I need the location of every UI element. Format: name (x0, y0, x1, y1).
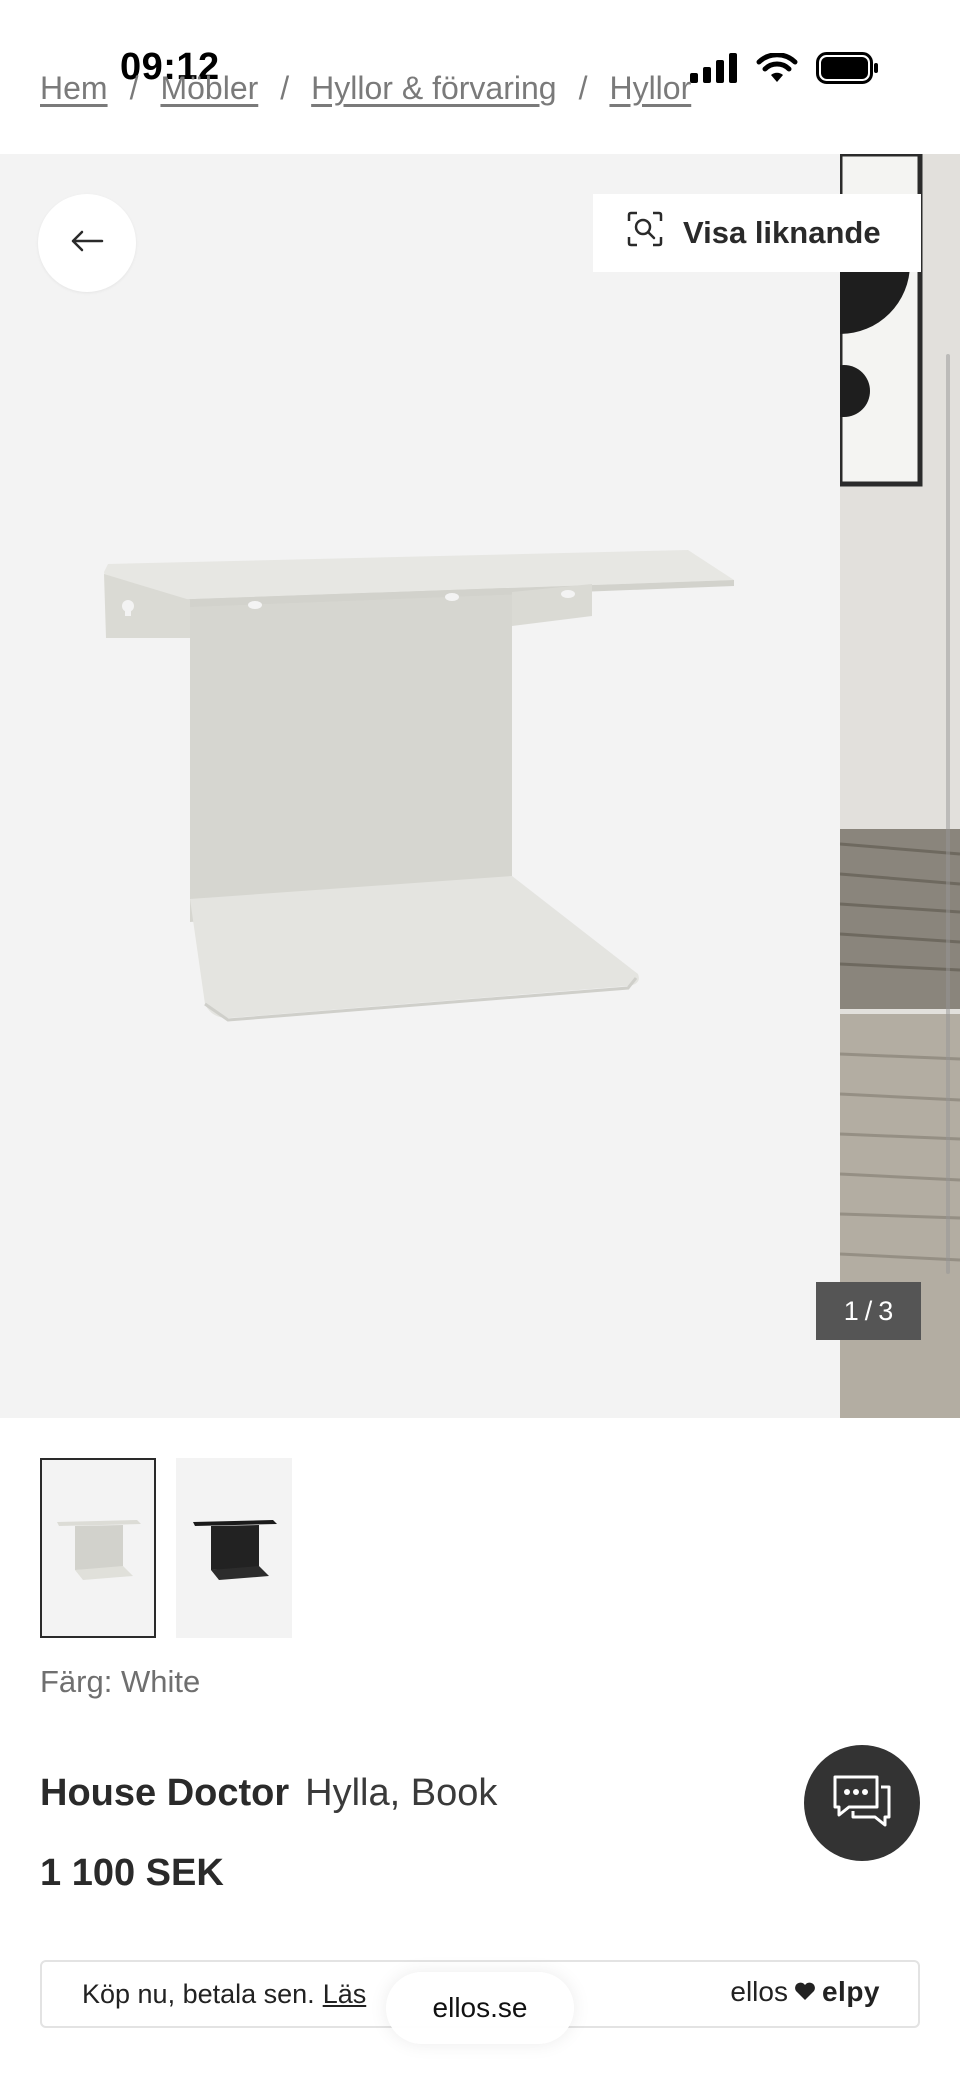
heart-icon (794, 1976, 816, 2008)
breadcrumb-separator: / (129, 70, 139, 106)
product-image-next[interactable] (840, 154, 960, 1418)
gallery-scrollbar (946, 354, 950, 1274)
product-gallery[interactable]: Visa liknande 1 / 3 (0, 154, 960, 1418)
thumbnail-strip (40, 1458, 292, 1638)
ellos-logo-text: ellos (730, 1976, 788, 2007)
breadcrumb-hyllor-forvaring[interactable]: Hyllor & förvaring (311, 70, 556, 107)
product-image-main[interactable] (0, 154, 840, 1418)
color-label: Färg: White (40, 1664, 201, 1699)
product-price: 1 100 SEK (40, 1852, 224, 1894)
visa-liknande-button[interactable]: Visa liknande (593, 194, 921, 272)
wifi-icon (756, 52, 798, 88)
shelf-white-thumbnail (57, 1520, 141, 1580)
battery-icon (816, 52, 880, 89)
product-name: Hylla, Book (305, 1772, 498, 1814)
visa-liknande-label: Visa liknande (683, 215, 881, 250)
pay-later-link[interactable]: Läs (323, 1979, 367, 2010)
image-counter-separator: / (864, 1295, 873, 1326)
shelf-illustration (104, 550, 734, 1022)
breadcrumb: Hem / Möbler / Hyllor & förvaring / Hyll… (40, 70, 691, 107)
ellos-elpy-logo: ellos elpy (730, 1976, 880, 2008)
pay-later-text: Köp nu, betala sen. (82, 1978, 315, 2009)
elpy-logo-text: elpy (821, 1976, 880, 2007)
visual-search-icon (627, 211, 663, 255)
chat-button[interactable] (804, 1745, 920, 1861)
breadcrumb-separator: / (280, 70, 290, 106)
room-photo-illustration (840, 154, 960, 1418)
thumbnail-black[interactable] (176, 1458, 292, 1638)
browser-url-bar[interactable]: ellos.se (386, 1972, 574, 2044)
image-counter: 1 / 3 (816, 1282, 921, 1340)
breadcrumb-separator: / (578, 70, 588, 106)
image-counter-total: 3 (878, 1295, 894, 1326)
arrow-left-icon (70, 229, 104, 258)
back-button[interactable] (38, 194, 136, 292)
chat-icon (831, 1773, 893, 1834)
breadcrumb-home[interactable]: Hem (40, 70, 108, 107)
product-title: House Doctor Hylla, Book (40, 1772, 497, 1815)
product-brand[interactable]: House Doctor (40, 1772, 289, 1814)
status-icons (690, 52, 880, 89)
image-counter-current: 1 (843, 1295, 859, 1326)
signal-icon (690, 53, 738, 88)
shelf-black-thumbnail (193, 1520, 277, 1580)
breadcrumb-hyllor[interactable]: Hyllor (609, 70, 691, 107)
breadcrumb-mobler[interactable]: Möbler (160, 70, 258, 107)
thumbnail-white[interactable] (40, 1458, 156, 1638)
